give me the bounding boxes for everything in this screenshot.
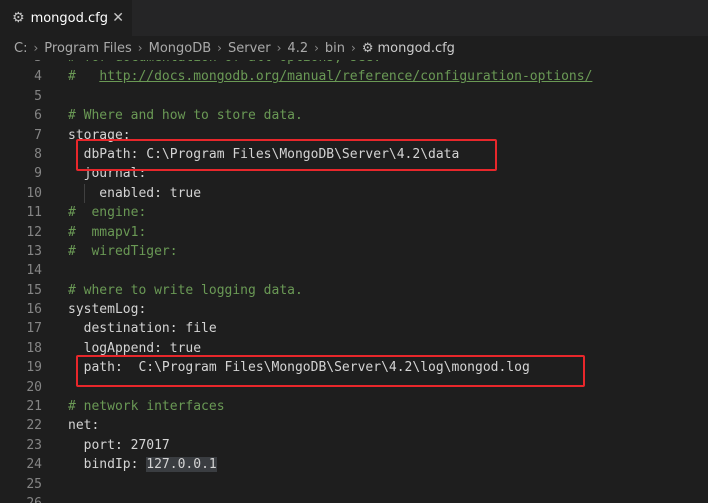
code-line[interactable]: 17 destination: file [0,319,708,338]
line-number: 23 [26,437,42,453]
highlight-dbpath-box [76,139,497,171]
line-number: 15 [26,282,42,298]
code-text: # engine: [68,205,147,221]
chevron-right-icon: › [33,41,39,55]
code-text: # where to write logging data. [68,282,303,298]
line-number: 25 [26,476,42,492]
breadcrumb: C: › Program Files › MongoDB › Server › … [0,36,708,60]
code-text: enabled: true [68,185,202,201]
line-number: 21 [26,399,42,415]
line-number: 8 [34,146,42,162]
close-icon[interactable]: ✕ [112,11,124,25]
breadcrumb-item-program-files[interactable]: Program Files [44,41,132,56]
tab-mongod-cfg[interactable]: ⚙ mongod.cfg ✕ [0,0,132,36]
code-line[interactable]: 24 bindIp: 127.0.0.1 [0,455,708,474]
code-text: # for documentation of all options, see: [68,60,381,67]
line-number: 5 [34,88,42,104]
tab-bar: ⚙ mongod.cfg ✕ [0,0,708,36]
code-line[interactable]: 12 # mmapv1: [0,223,708,242]
code-text: destination: file [68,321,217,337]
code-line[interactable]: 16 systemLog: [0,300,708,319]
code-line[interactable]: 3 # for documentation of all options, see… [0,60,708,67]
code-text: # wiredTiger: [68,243,178,259]
line-number: 10 [26,185,42,201]
line-number: 13 [26,243,42,259]
line-number: 20 [26,379,42,395]
breadcrumb-item-server[interactable]: Server [228,41,271,56]
code-text: # Where and how to store data. [68,108,303,124]
code-line[interactable]: 21 # network interfaces [0,397,708,416]
editor-lines: 3 # for documentation of all options, see… [0,60,708,503]
code-text: systemLog: [68,302,147,318]
line-number: 18 [26,340,42,356]
chevron-right-icon: › [351,41,356,55]
bindip-value: 127.0.0.1 [146,457,217,473]
code-line[interactable]: 6 # Where and how to store data. [0,106,708,125]
code-line[interactable]: 4 # http://docs.mongodb.org/manual/refere… [0,67,708,86]
documentation-link[interactable]: http://docs.mongodb.org/manual/reference… [99,69,592,84]
line-number: 22 [26,418,42,434]
code-line[interactable]: 10 enabled: true [0,183,708,204]
code-editor[interactable]: 3 # for documentation of all options, see… [0,60,708,503]
code-line[interactable]: 23 port: 27017 [0,436,708,455]
code-line[interactable]: 22 net: [0,416,708,435]
chevron-right-icon: › [276,41,282,55]
code-text: port: 27017 [68,437,170,453]
chevron-right-icon: › [314,41,319,55]
line-number: 4 [34,69,42,85]
code-text: # network interfaces [68,399,225,415]
gear-icon: ⚙ [361,40,374,56]
line-number: 6 [34,108,42,124]
comment-prefix: # [68,69,100,85]
bindip-key: bindIp: [68,457,147,473]
tab-title: mongod.cfg [30,10,108,26]
code-line[interactable]: 13 # wiredTiger: [0,242,708,261]
code-line[interactable]: 15 # where to write logging data. [0,281,708,300]
breadcrumb-item-bin[interactable]: bin [325,41,345,56]
code-text: # http://docs.mongodb.org/manual/referen… [68,67,592,86]
breadcrumb-item-version[interactable]: 4.2 [287,41,308,56]
highlight-logpath-box [76,355,585,387]
line-number: 19 [26,360,42,376]
line-number: 7 [34,127,42,143]
line-number: 16 [26,302,42,318]
chevron-right-icon: › [137,41,143,55]
code-line[interactable]: 11 # engine: [0,203,708,222]
code-line[interactable]: 5 [0,87,708,106]
line-number: 11 [26,205,42,221]
gear-icon: ⚙ [12,10,25,26]
code-text: # mmapv1: [68,224,147,240]
breadcrumb-item-mongodb[interactable]: MongoDB [149,41,212,56]
code-text: net: [68,418,100,434]
line-number: 3 [0,60,42,67]
breadcrumb-item-file[interactable]: mongod.cfg [378,41,455,56]
line-number: 26 [0,494,42,503]
code-line[interactable]: 14 [0,261,708,280]
line-number: 12 [26,224,42,240]
breadcrumb-item-c[interactable]: C: [14,41,27,56]
code-line[interactable]: 25 [0,475,708,494]
line-number: 9 [34,166,42,182]
line-number: 17 [26,321,42,337]
chevron-right-icon: › [217,41,222,55]
code-line[interactable]: 26 [0,494,708,503]
code-text: bindIp: 127.0.0.1 [68,455,217,474]
line-number: 24 [26,457,42,473]
line-number: 14 [26,263,42,279]
